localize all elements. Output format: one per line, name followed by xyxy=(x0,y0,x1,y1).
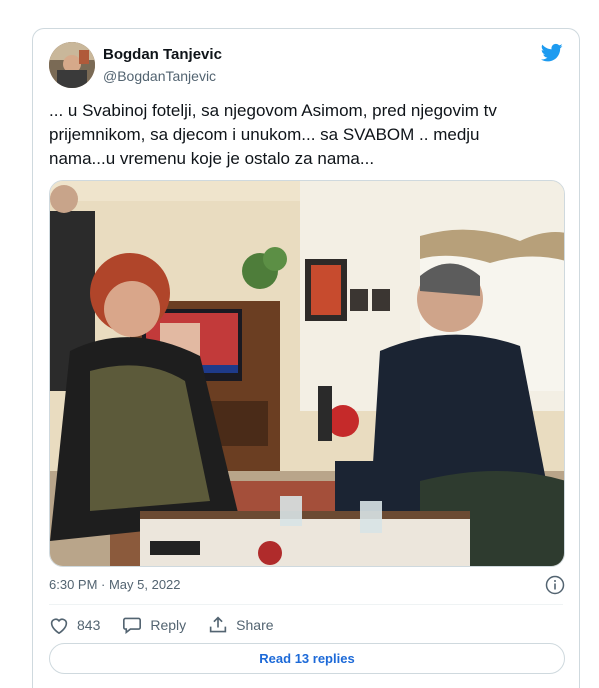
share-label: Share xyxy=(236,617,274,633)
read-replies-label: Read 13 replies xyxy=(259,651,355,666)
info-icon[interactable] xyxy=(545,575,565,595)
reply-label: Reply xyxy=(150,617,187,633)
author-name[interactable]: Bogdan Tanjevic xyxy=(103,46,222,63)
read-replies-button[interactable]: Read 13 replies xyxy=(49,643,565,674)
tweet-timestamp[interactable]: 6:30 PM · May 5, 2022 xyxy=(49,577,181,592)
reply-button[interactable]: Reply xyxy=(122,616,186,634)
author-handle[interactable]: @BogdanTanjevic xyxy=(103,68,216,84)
divider xyxy=(49,604,563,605)
tweet-text: ... u Svabinoj fotelji, sa njegovom Asim… xyxy=(49,101,497,168)
speech-bubble-icon xyxy=(123,617,142,634)
twitter-bird-icon[interactable] xyxy=(540,43,563,63)
tweet-actions: 843 Reply Share xyxy=(49,613,296,637)
like-count: 843 xyxy=(77,617,101,633)
like-button[interactable]: 843 xyxy=(49,616,100,634)
avatar[interactable] xyxy=(49,42,95,88)
share-upload-icon xyxy=(209,616,227,633)
heart-icon xyxy=(50,618,68,634)
share-button[interactable]: Share xyxy=(208,616,274,634)
tweet-photo[interactable] xyxy=(49,180,565,567)
tweet-card: Bogdan Tanjevic @BogdanTanjevic ... u Sv… xyxy=(32,28,580,688)
